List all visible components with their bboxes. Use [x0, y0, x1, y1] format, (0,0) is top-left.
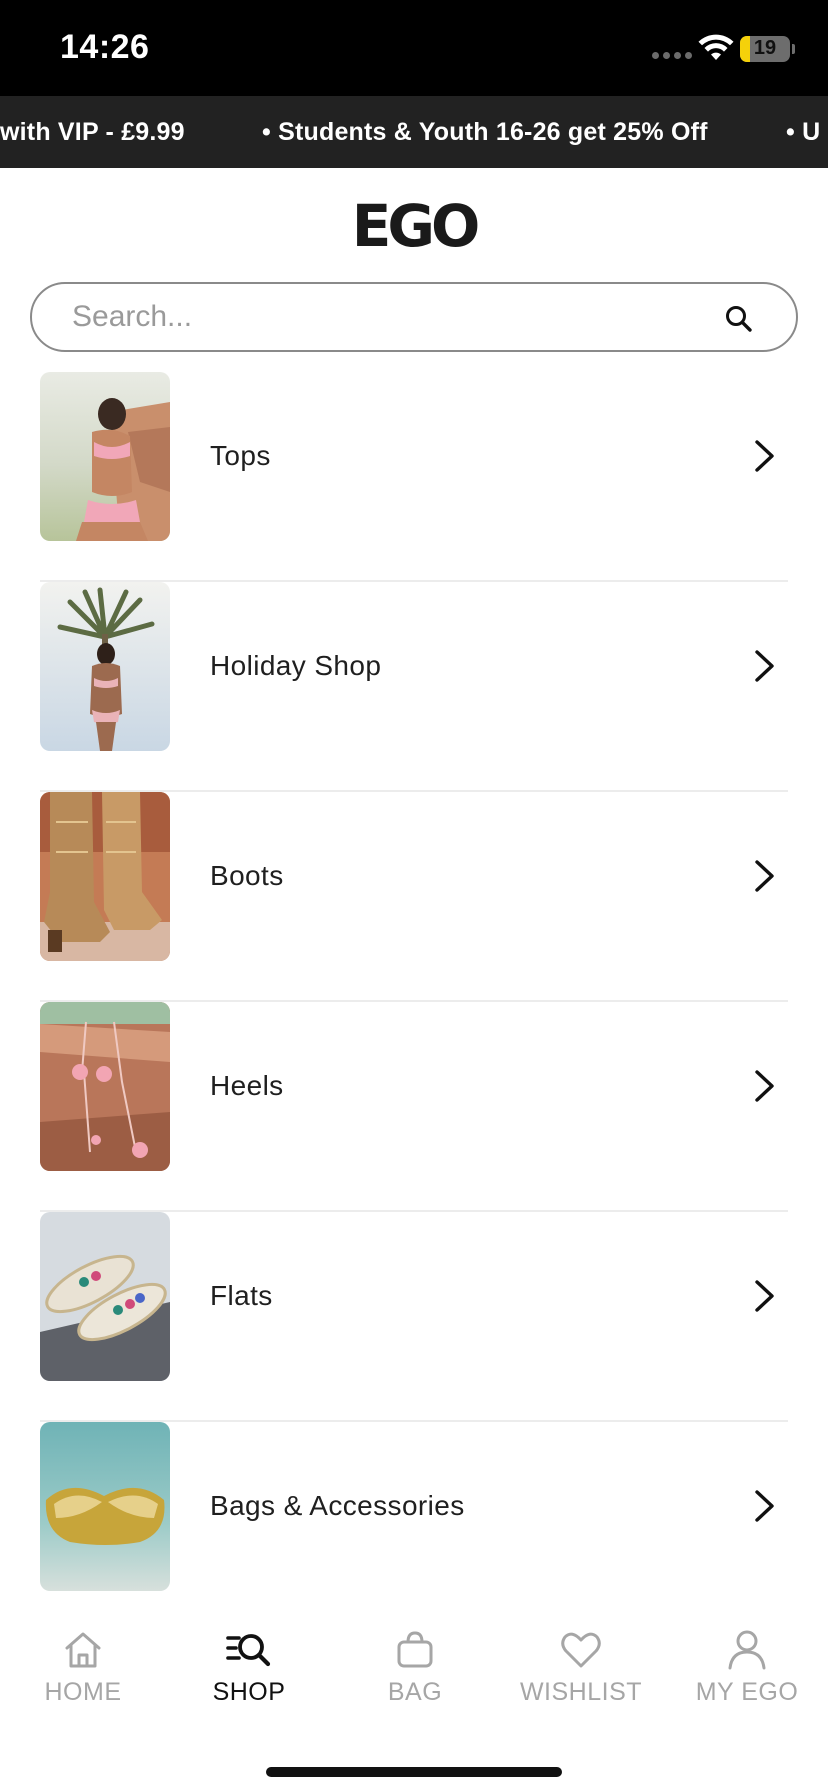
category-label: Bags & Accessories	[210, 1490, 465, 1521]
home-icon	[65, 1632, 101, 1668]
battery-tip	[792, 44, 795, 54]
category-item-holiday-shop[interactable]: Holiday Shop	[40, 582, 788, 792]
category-label: Flats	[210, 1280, 273, 1311]
tab-wishlist[interactable]: WISHLIST	[498, 1626, 664, 1722]
category-label: Tops	[210, 440, 271, 471]
chevron-right-icon	[755, 440, 774, 472]
chevron-right-icon	[755, 1070, 774, 1102]
tab-label: WISHLIST	[519, 1678, 643, 1706]
heart-icon	[561, 1632, 601, 1668]
tab-label: MY EGO	[695, 1678, 799, 1706]
bottom-tab-bar: HOME SHOP BAG WISHLIST MY EGO	[0, 1614, 828, 1792]
tab-my-ego[interactable]: MY EGO	[664, 1626, 828, 1722]
category-label: Heels	[210, 1070, 284, 1101]
category-item-heels[interactable]: Heels	[40, 1002, 788, 1212]
category-image-boots	[40, 792, 170, 961]
category-image-flats	[40, 1212, 170, 1381]
category-image-holiday-shop	[40, 582, 170, 751]
category-image-heels	[40, 1002, 170, 1171]
tab-label: HOME	[44, 1678, 122, 1706]
home-indicator[interactable]	[266, 1767, 562, 1777]
promo-item: with VIP - £9.99	[0, 118, 185, 146]
tab-bag[interactable]: BAG	[332, 1626, 498, 1722]
user-icon	[728, 1630, 766, 1670]
shop-search-icon	[226, 1634, 271, 1667]
category-label: Holiday Shop	[210, 650, 382, 681]
status-time: 14:26	[60, 28, 150, 66]
search-input[interactable]	[72, 294, 692, 340]
promo-item: • U	[786, 118, 821, 146]
category-item-boots[interactable]: Boots	[40, 792, 788, 1002]
category-label: Boots	[210, 860, 284, 891]
category-list: Tops Holiday Shop Boots Heels Flats Bags…	[40, 372, 788, 1632]
chevron-right-icon	[755, 860, 774, 892]
category-item-tops[interactable]: Tops	[40, 372, 788, 582]
brand-logo[interactable]: EGO	[0, 192, 828, 260]
category-image-bags-accessories	[40, 1422, 170, 1591]
status-bar: 14:26 19	[0, 0, 828, 96]
promo-ticker[interactable]: with VIP - £9.99 • Students & Youth 16-2…	[0, 96, 828, 168]
search-icon[interactable]	[724, 304, 754, 334]
tab-label: SHOP	[212, 1678, 286, 1706]
cellular-signal-icon	[652, 52, 692, 59]
tab-shop[interactable]: SHOP	[166, 1626, 332, 1722]
category-item-bags-accessories[interactable]: Bags & Accessories	[40, 1422, 788, 1632]
chevron-right-icon	[755, 650, 774, 682]
battery-percentage: 19	[753, 37, 777, 59]
battery-indicator: 19	[740, 36, 790, 62]
search-bar[interactable]	[30, 282, 798, 352]
promo-item: • Students & Youth 16-26 get 25% Off	[262, 118, 708, 146]
chevron-right-icon	[755, 1490, 774, 1522]
wifi-icon	[698, 34, 734, 60]
tab-label: BAG	[387, 1678, 443, 1706]
tab-home[interactable]: HOME	[0, 1626, 166, 1722]
chevron-right-icon	[755, 1280, 774, 1312]
category-item-flats[interactable]: Flats	[40, 1212, 788, 1422]
category-image-tops	[40, 372, 170, 541]
bag-icon	[397, 1631, 433, 1668]
